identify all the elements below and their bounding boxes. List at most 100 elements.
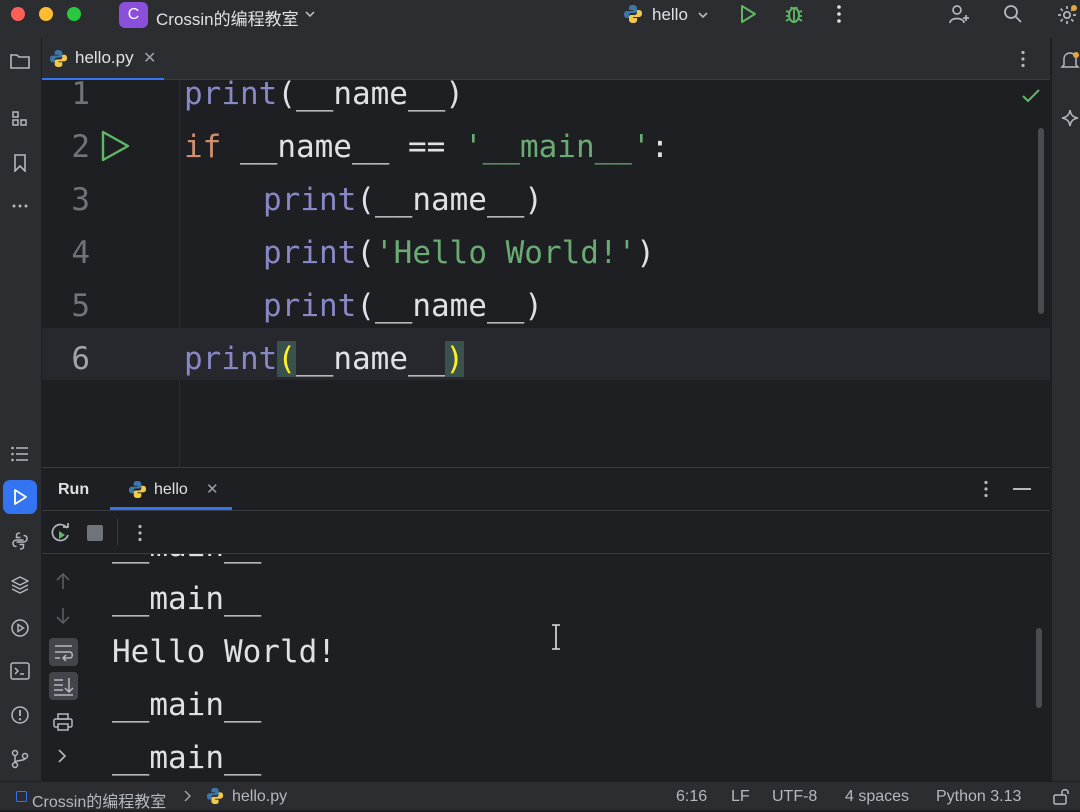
line-number: 1 [71, 80, 90, 112]
editor-scrollbar[interactable] [1038, 128, 1044, 314]
ai-assistant-sparkle-icon[interactable] [1060, 108, 1080, 128]
code-text: print(__name__) [263, 288, 543, 324]
console-line: __main__ [112, 687, 262, 723]
run-tab-hello[interactable]: hello ✕ [110, 468, 232, 510]
editor-tab-bar: hello.py ✕ [42, 38, 1050, 80]
maximize-window-button[interactable] [67, 7, 81, 21]
more-horizontal-icon[interactable] [8, 194, 32, 218]
code-token: : [650, 129, 670, 165]
debug-icon[interactable] [783, 3, 805, 25]
terminal-icon[interactable] [8, 659, 32, 683]
code-token: (__name__) [277, 80, 464, 112]
chevron-down-icon[interactable] [304, 8, 316, 20]
stop-icon[interactable] [87, 525, 103, 541]
console-line: __main__ [112, 554, 261, 573]
line-separator[interactable]: LF [731, 788, 750, 806]
print-icon[interactable] [53, 713, 73, 731]
chevron-down-icon[interactable] [697, 9, 709, 21]
code-token: print [263, 182, 357, 218]
minimize-panel-icon[interactable] [1013, 488, 1031, 490]
run-tool-icon[interactable] [3, 480, 37, 514]
search-icon[interactable] [1003, 4, 1023, 24]
more-vertical-icon[interactable] [136, 524, 144, 542]
code-token: print [263, 235, 357, 271]
left-tool-strip [0, 38, 42, 781]
console-scrollbar[interactable] [1036, 628, 1042, 708]
console-line: __main__ [112, 581, 262, 617]
console-output[interactable]: __main__ __main__ Hello World! __main__ … [86, 554, 1050, 781]
python-console-icon[interactable] [8, 529, 32, 553]
file-encoding[interactable]: UTF-8 [772, 788, 817, 806]
rerun-icon[interactable] [50, 522, 72, 544]
code-line[interactable]: 3 print(__name__) [42, 173, 1050, 226]
code-line[interactable]: 5 print(__name__) [42, 279, 1050, 332]
lock-icon[interactable] [1052, 787, 1070, 805]
more-vertical-icon[interactable] [834, 4, 844, 24]
title-bar: C Crossin的编程教室 hello [0, 0, 1080, 39]
scroll-to-end-toggle[interactable] [49, 672, 78, 700]
python-file-icon [49, 49, 68, 68]
line-number: 2 [71, 129, 90, 165]
code-line[interactable]: 1 print(__name__) [42, 80, 1050, 120]
indent-setting[interactable]: 4 spaces [845, 788, 909, 806]
notifications-bell-icon[interactable] [1060, 50, 1080, 72]
close-tab-icon[interactable]: ✕ [206, 480, 219, 498]
console-side-toolbar [42, 554, 86, 781]
arrow-down-icon[interactable] [55, 607, 71, 625]
add-user-icon[interactable] [948, 3, 970, 25]
code-line[interactable]: 4 print('Hello World!') [42, 226, 1050, 279]
chevron-right-icon [184, 790, 192, 802]
run-configuration[interactable]: hello [652, 5, 688, 25]
code-token: print [184, 341, 278, 377]
project-name[interactable]: Crossin的编程教室 [156, 5, 299, 30]
python-interpreter[interactable]: Python 3.13 [936, 788, 1021, 806]
no-problems-check-icon[interactable] [1022, 89, 1040, 103]
tab-label: hello.py [75, 48, 134, 67]
code-token: '__main__' [463, 129, 651, 165]
project-badge[interactable]: C [119, 2, 148, 28]
line-number: 5 [71, 288, 90, 324]
layers-icon[interactable] [8, 573, 32, 597]
close-tab-icon[interactable]: ✕ [143, 48, 156, 68]
structure-icon[interactable] [8, 107, 32, 131]
more-vertical-icon[interactable] [1019, 50, 1027, 68]
code-editor[interactable]: 1 print(__name__) 2 if __name__ == '__ma… [42, 80, 1050, 435]
code-token: print [263, 288, 357, 324]
code-token: if [184, 129, 222, 165]
problems-icon[interactable] [8, 703, 32, 727]
close-window-button[interactable] [11, 7, 25, 21]
run-tab-label: hello [154, 481, 188, 498]
matched-bracket: ( [277, 341, 296, 377]
services-icon[interactable] [8, 616, 32, 640]
settings-gear-icon[interactable] [1056, 4, 1078, 26]
code-text: if __name__ == '__main__': [184, 129, 669, 165]
code-token: __name__ == [221, 129, 464, 165]
toolbar-divider [117, 519, 118, 545]
python-file-icon [206, 787, 224, 805]
chevron-right-icon[interactable] [57, 749, 67, 763]
run-icon[interactable] [738, 4, 758, 24]
current-code-line[interactable]: 6 print(__name__) [42, 328, 1050, 380]
arrow-up-icon[interactable] [55, 572, 71, 590]
folder-icon[interactable] [8, 49, 32, 73]
code-text: print(__name__) [184, 80, 464, 112]
code-token: (__name__) [356, 288, 543, 324]
python-icon [128, 480, 147, 499]
minimize-window-button[interactable] [39, 7, 53, 21]
breadcrumb-project[interactable]: Crossin的编程教室 [32, 788, 166, 812]
code-token: (__name__) [356, 182, 543, 218]
soft-wrap-toggle[interactable] [49, 638, 78, 666]
todo-list-icon[interactable] [8, 442, 32, 466]
tab-hello-py[interactable]: hello.py ✕ [42, 38, 164, 80]
python-icon [623, 4, 643, 24]
bookmark-icon[interactable] [8, 151, 32, 175]
more-vertical-icon[interactable] [982, 480, 990, 498]
line-number: 6 [71, 341, 90, 377]
breadcrumb-file[interactable]: hello.py [232, 788, 287, 806]
code-line[interactable]: 2 if __name__ == '__main__': [42, 120, 1050, 173]
git-branch-icon[interactable] [8, 747, 32, 771]
run-gutter-icon[interactable] [100, 130, 130, 162]
run-toolbar [42, 511, 1050, 554]
text-cursor-icon [550, 624, 562, 650]
cursor-position[interactable]: 6:16 [676, 788, 707, 806]
